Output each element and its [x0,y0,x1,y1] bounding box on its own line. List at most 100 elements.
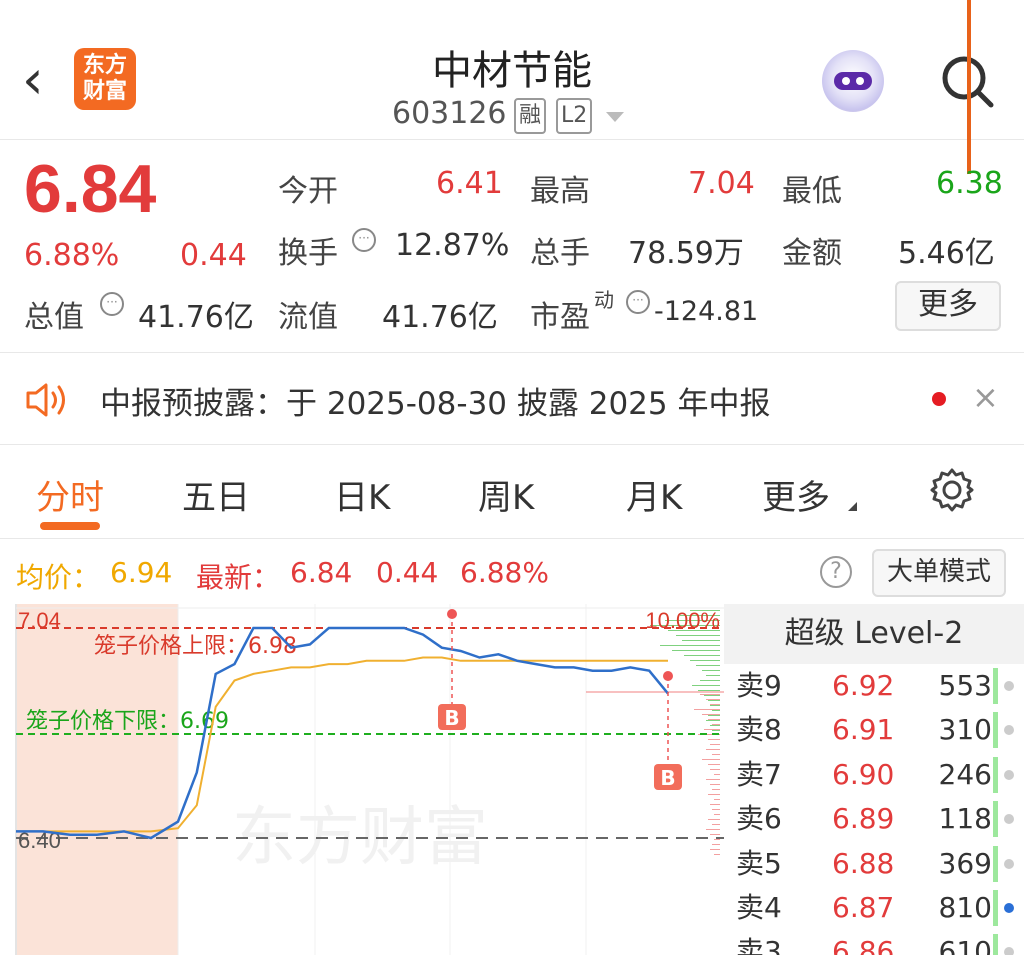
depth-bar [710,804,720,805]
depth-bar [712,724,720,725]
depth-bar [706,699,720,700]
depth-bar [712,844,720,845]
depth-bar [660,645,720,646]
depth-bar [714,774,720,775]
pe-value: -124.81 [654,296,759,327]
orderbook-bar [993,846,998,882]
tab-daily-k[interactable]: 日K [334,470,390,519]
orderbook-dot [1004,859,1014,869]
buy-point [663,671,673,681]
orderbook-dot [1004,903,1014,913]
amount-label: 金额 [782,236,842,271]
intraday-chart[interactable]: 东方财富 7.04 6.40 10.00% 笼子价格上限：6.98 笼子价格下限… [0,604,724,955]
depth-bar [684,655,720,656]
tab-intraday[interactable]: 分时 [36,470,104,519]
orderbook-price: 6.90 [832,758,895,791]
volume-value: 78.59万 [628,236,744,271]
level2-title[interactable]: 超级 Level-2 [724,604,1024,664]
turnover-value: 12.87% [395,228,510,263]
pct-tick-top: 10.00% [645,608,720,633]
depth-bar [700,680,720,681]
tab-five-day[interactable]: 五日 [182,470,250,519]
depth-bar [714,839,720,840]
help-icon[interactable]: ? [820,556,852,588]
orderbook-volume: 246 [938,758,992,791]
y-tick-top: 7.04 [18,608,61,633]
orderbook-row[interactable]: 卖7 6.90 246 [724,753,1024,797]
upper-cage-label: 笼子价格上限：6.98 [94,634,297,659]
change-percent: 6.88% [24,238,120,273]
chevron-down-icon[interactable] [606,112,624,122]
orderbook-row[interactable]: 卖8 6.91 310 [724,708,1024,752]
divider [0,538,1024,539]
total-cap-label: 总值 [24,300,84,335]
orderbook-price: 6.88 [832,847,895,880]
depth-bar [692,685,720,686]
depth-bar [712,710,720,711]
gear-icon[interactable] [928,466,976,514]
depth-bar [706,749,720,750]
depth-bar [706,779,720,780]
depth-bar [706,720,720,721]
overlay-line [967,0,971,174]
header: ‹ 东方财富 中材节能 603126 融 L2 [0,0,1024,140]
orderbook-row[interactable]: 卖6 6.89 118 [724,797,1024,841]
stock-code: 603126 [392,96,507,131]
orderbook-row[interactable]: 卖5 6.88 369 [724,842,1024,886]
depth-bar [710,744,720,745]
depth-bar [714,799,720,800]
robot-avatar-icon[interactable] [822,50,884,112]
orderbook-row[interactable]: 卖3 6.86 610 [724,930,1024,955]
orderbook-row[interactable]: 卖9 6.92 553 [724,664,1024,708]
depth-bar [708,739,720,740]
notice-text[interactable]: 中报预披露：于 2025-08-30 披露 2025 年中报 [100,378,770,423]
turnover-label: 换手 [278,236,338,271]
orderbook-price: 6.92 [832,669,895,702]
orderbook-level: 卖9 [736,669,782,702]
latest-label: 最新： [196,561,281,594]
more-button[interactable]: 更多 [895,281,1001,331]
depth-bar [694,709,720,710]
depth-bar [706,675,720,676]
orderbook-dot [1004,814,1014,824]
volume-label: 总手 [530,236,590,271]
info-icon[interactable]: ··· [352,228,376,252]
buy-marker-label: B [444,706,459,730]
depth-bar [698,690,720,691]
unread-dot [932,392,946,406]
orderbook-volume: 310 [938,713,992,746]
stock-name[interactable]: 中材节能 [312,38,712,96]
depth-bar [712,824,720,825]
orderbook-bar [993,757,998,793]
tab-more[interactable]: 更多 [762,470,830,519]
back-button[interactable]: ‹ [22,52,62,112]
orderbook-row[interactable]: 卖4 6.87 810 [724,886,1024,930]
orderbook-dot [1004,681,1014,691]
close-icon[interactable]: × [972,378,999,416]
pe-label: 市盈 [530,300,590,335]
level2-tag: L2 [556,98,593,134]
tab-monthly-k[interactable]: 月K [626,470,682,519]
orderbook-bar [993,712,998,748]
orderbook-dot [1004,725,1014,735]
app-logo[interactable]: 东方财富 [74,48,136,110]
depth-bar [710,834,720,835]
depth-bar [708,819,720,820]
orderbook-volume: 118 [938,802,992,835]
depth-bar [708,794,720,795]
avg-value: 6.94 [110,556,173,589]
orderbook-level: 卖4 [736,891,782,924]
depth-bar [702,670,720,671]
depth-bar [696,665,720,666]
orderbook-level: 卖3 [736,935,782,955]
depth-bar [714,814,720,815]
lower-cage-label: 笼子价格下限：6.69 [26,709,229,734]
depth-bars [650,610,720,855]
logo-text: 东方财富 [83,53,128,104]
info-icon[interactable]: ··· [626,290,650,314]
tab-weekly-k[interactable]: 周K [478,470,534,519]
change-amount: 0.44 [180,238,247,273]
info-icon[interactable]: ··· [100,292,124,316]
depth-bar [702,714,720,715]
big-order-mode-button[interactable]: 大单模式 [872,549,1006,597]
